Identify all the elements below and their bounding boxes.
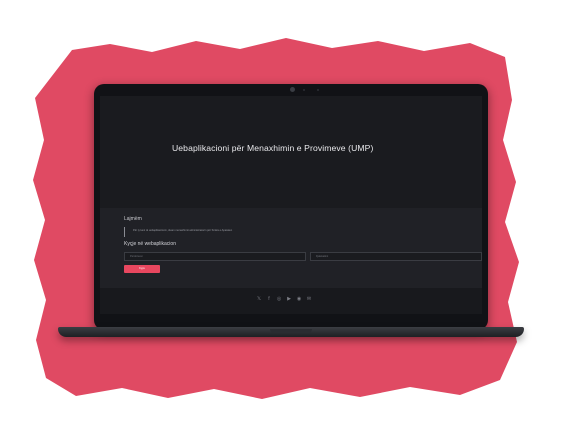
username-placeholder: Perdoruesi bbox=[130, 255, 143, 258]
camera-sensor bbox=[317, 89, 319, 91]
username-field[interactable]: Perdoruesi bbox=[124, 252, 306, 261]
laptop-screen: Uebaplikacioni për Menaxhimin e Provimev… bbox=[100, 96, 482, 314]
instagram-icon[interactable]: ◎ bbox=[276, 297, 282, 302]
footer: 𝕏 f ◎ ▶ ◉ ✉ bbox=[100, 288, 482, 314]
laptop-notch bbox=[270, 329, 312, 333]
webcam bbox=[290, 87, 295, 92]
section-heading: Lajmëm bbox=[124, 216, 142, 222]
social-links: 𝕏 f ◎ ▶ ◉ ✉ bbox=[256, 297, 312, 302]
facebook-icon[interactable]: f bbox=[266, 297, 272, 302]
email-icon[interactable]: ✉ bbox=[306, 297, 312, 302]
notice-box: Për ty keni të uebaplikacionin, duam men… bbox=[124, 227, 475, 237]
login-heading: Kyçje në webaplikacion bbox=[124, 241, 176, 247]
password-placeholder: Fjalekalimi bbox=[316, 255, 329, 258]
password-field[interactable]: Fjalekalimi bbox=[310, 252, 482, 261]
twitter-icon[interactable]: 𝕏 bbox=[256, 297, 262, 302]
notice-text: Për ty keni të uebaplikacionin, duam men… bbox=[133, 229, 233, 232]
login-button[interactable]: Kyçu bbox=[124, 265, 160, 273]
page-title: Uebaplikacioni për Menaxhimin e Provimev… bbox=[172, 143, 374, 153]
hero-banner: Uebaplikacioni për Menaxhimin e Provimev… bbox=[100, 96, 482, 208]
content-section: Lajmëm Për ty keni të uebaplikacionin, d… bbox=[100, 208, 482, 288]
discord-icon[interactable]: ◉ bbox=[296, 297, 302, 302]
youtube-icon[interactable]: ▶ bbox=[286, 297, 292, 302]
camera-indicator bbox=[303, 89, 305, 91]
